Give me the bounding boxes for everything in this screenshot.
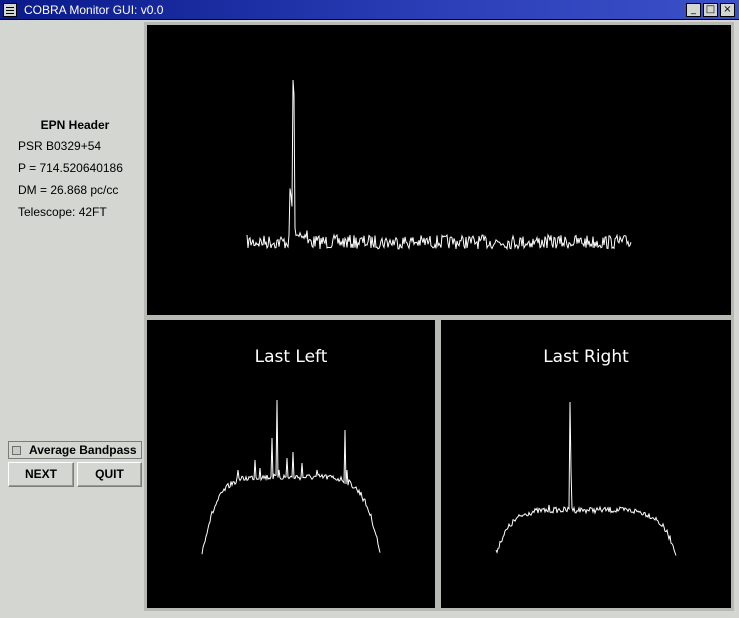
last-left-svg [201, 399, 381, 555]
average-bandpass-checkbox[interactable]: Average Bandpass [8, 441, 142, 459]
epn-header-title: EPN Header [40, 118, 110, 132]
last-right-svg [495, 401, 677, 556]
last-left-plot: Last Left [147, 320, 435, 608]
last-left-bandpass-line [201, 399, 381, 555]
pulse-profile-plot [147, 25, 731, 315]
minimize-button[interactable]: _ [686, 3, 701, 17]
pulse-profile-line [246, 79, 632, 251]
maximize-button[interactable]: □ [703, 3, 718, 17]
psr-name: PSR B0329+54 [18, 139, 102, 153]
window-menu-icon[interactable] [3, 3, 17, 17]
window-title: COBRA Monitor GUI: v0.0 [24, 3, 164, 17]
period-value: P = 714.520640186 [18, 161, 123, 175]
last-right-plot: Last Right [441, 320, 731, 608]
next-button[interactable]: NEXT [8, 462, 74, 487]
title-bar: COBRA Monitor GUI: v0.0 _ □ × [0, 0, 739, 20]
checkbox-indicator[interactable] [12, 446, 21, 455]
average-bandpass-label: Average Bandpass [29, 443, 137, 457]
telescope-value: Telescope: 42FT [18, 205, 107, 219]
close-button[interactable]: × [720, 3, 735, 17]
dm-value: DM = 26.868 pc/cc [18, 183, 119, 197]
sidebar: EPN Header PSR B0329+54 P = 714.52064018… [6, 24, 144, 610]
pulse-profile-svg [246, 79, 632, 251]
quit-button[interactable]: QUIT [77, 462, 142, 487]
last-right-bandpass-line [495, 401, 677, 556]
